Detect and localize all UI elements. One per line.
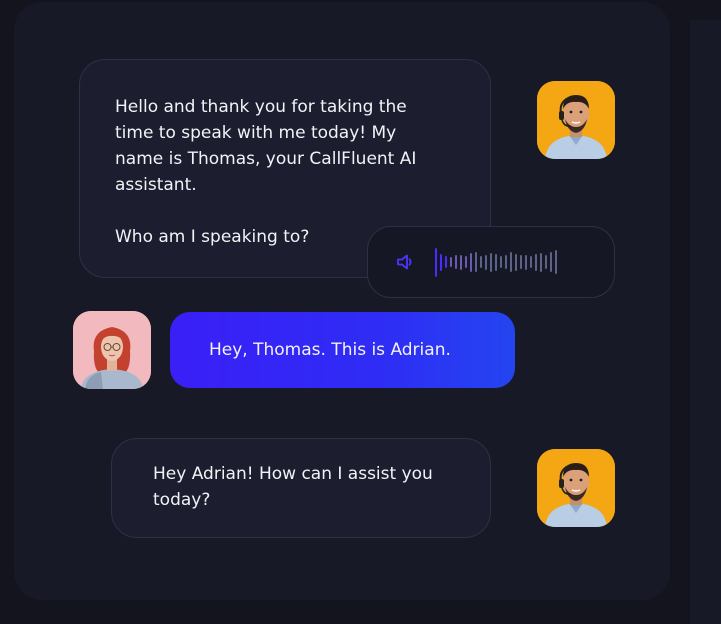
waveform-bar — [530, 256, 532, 268]
waveform-bar — [495, 253, 497, 271]
assistant-message-text: Hello and thank you for taking the time … — [115, 97, 417, 195]
waveform-bar — [490, 252, 492, 272]
waveform-bar — [520, 255, 522, 269]
waveform-bar — [555, 250, 557, 274]
waveform-bar — [550, 252, 552, 272]
assistant-message-text: Hey Adrian! How can I assist you today? — [153, 464, 433, 510]
user-message-bubble: Hey, Thomas. This is Adrian. — [170, 312, 515, 388]
side-panel — [690, 20, 721, 624]
waveform-bar — [435, 247, 437, 277]
waveform-bar — [455, 255, 457, 269]
assistant-avatar — [537, 449, 615, 527]
waveform-bar — [440, 253, 442, 271]
waveform-bar — [535, 253, 537, 271]
waveform-bar — [540, 252, 542, 272]
waveform-bar — [480, 256, 482, 268]
assistant-message-bubble: Hey Adrian! How can I assist you today? — [111, 438, 491, 538]
waveform-bar — [525, 254, 527, 270]
male-agent-headset-avatar-icon — [537, 81, 615, 159]
user-message-text: Hey, Thomas. This is Adrian. — [209, 340, 451, 360]
waveform-bar — [465, 256, 467, 268]
waveform-bar — [515, 253, 517, 271]
waveform-bar — [500, 256, 502, 268]
waveform-bar — [510, 252, 512, 272]
waveform-bar — [505, 255, 507, 269]
waveform-bar — [475, 252, 477, 272]
chat-screen: Hello and thank you for taking the time … — [0, 0, 721, 624]
audio-player[interactable] — [367, 226, 615, 298]
waveform-bar — [445, 256, 447, 268]
female-user-avatar-icon — [73, 311, 151, 389]
user-avatar — [73, 311, 151, 389]
assistant-avatar — [537, 81, 615, 159]
audio-waveform[interactable] — [435, 242, 557, 282]
waveform-bar — [460, 254, 462, 270]
waveform-bar — [545, 255, 547, 269]
waveform-bar — [450, 257, 452, 267]
waveform-bar — [485, 254, 487, 270]
waveform-bar — [470, 252, 472, 272]
male-agent-headset-avatar-icon — [537, 449, 615, 527]
speaker-icon[interactable] — [395, 252, 415, 272]
